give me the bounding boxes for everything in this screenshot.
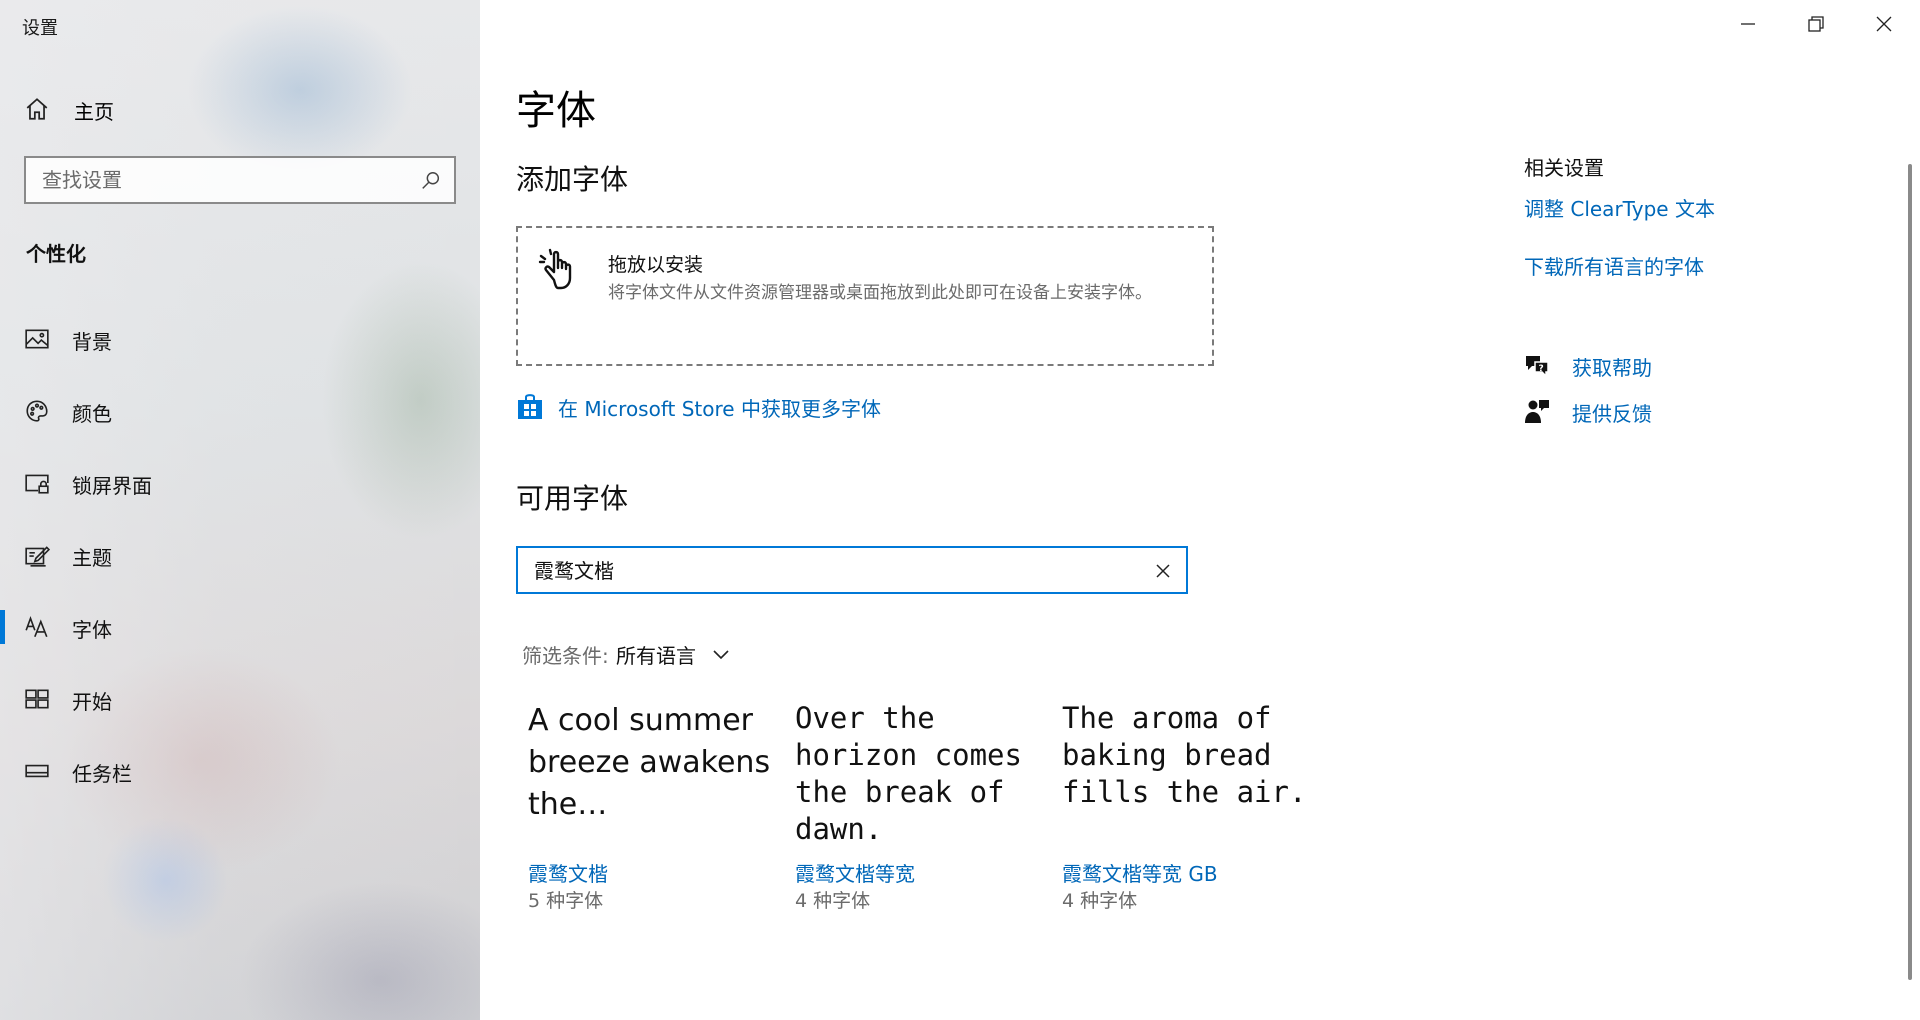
home-icon <box>26 98 48 120</box>
font-name[interactable]: 霞鹜文楷等宽 <box>795 858 915 887</box>
restore-button[interactable] <box>1782 0 1850 48</box>
restore-icon <box>1808 16 1824 32</box>
get-help-label[interactable]: 获取帮助 <box>1572 352 1652 381</box>
sidebar-item-background[interactable]: 背景 <box>0 314 480 364</box>
available-fonts-heading: 可用字体 <box>516 482 629 515</box>
font-name[interactable]: 霞鹜文楷 <box>528 858 608 887</box>
active-indicator <box>0 610 5 644</box>
taskbar-icon <box>25 764 49 778</box>
theme-icon <box>25 546 50 567</box>
sidebar-item-label: 锁屏界面 <box>72 474 152 498</box>
help-chat-icon: ? <box>1526 356 1549 378</box>
store-link-label[interactable]: 在 Microsoft Store 中获取更多字体 <box>558 393 881 422</box>
hand-pointer-icon <box>538 248 572 290</box>
sidebar-item-home-label: 主页 <box>74 100 114 124</box>
scrollbar[interactable] <box>1908 164 1912 980</box>
font-card[interactable]: Over the horizon comes the break of dawn… <box>795 700 1055 920</box>
sidebar-item-fonts[interactable]: 字体 <box>0 602 480 652</box>
close-icon <box>1876 16 1892 32</box>
feedback-icon <box>1525 400 1549 423</box>
font-card[interactable]: The aroma of baking bread fills the air.… <box>1062 700 1322 920</box>
feedback-label[interactable]: 提供反馈 <box>1572 398 1652 427</box>
chevron-down-icon[interactable] <box>710 644 732 666</box>
settings-search-box[interactable] <box>24 156 456 204</box>
svg-text:?: ? <box>1539 364 1544 374</box>
sidebar-backdrop <box>0 0 480 1020</box>
palette-icon <box>26 400 48 422</box>
sidebar-item-colors[interactable]: 颜色 <box>0 386 480 436</box>
search-icon[interactable] <box>420 170 442 192</box>
font-search-input[interactable] <box>534 554 1114 584</box>
sidebar-item-label: 颜色 <box>72 402 112 426</box>
font-name[interactable]: 霞鹜文楷等宽 GB <box>1062 858 1218 887</box>
font-preview: A cool summer breeze awakens the… <box>528 703 771 822</box>
sidebar-item-themes[interactable]: 主题 <box>0 530 480 580</box>
sidebar-item-taskbar[interactable]: 任务栏 <box>0 746 480 796</box>
page-title: 字体 <box>516 88 596 134</box>
font-icon <box>25 615 48 638</box>
clear-icon[interactable] <box>1152 560 1174 582</box>
sidebar-item-label: 任务栏 <box>72 762 132 786</box>
app-title: 设置 <box>22 18 58 39</box>
download-fonts-link[interactable]: 下载所有语言的字体 <box>1524 251 1704 280</box>
font-card[interactable]: A cool summer breeze awakens the… 霞鹜文楷 5… <box>528 700 788 920</box>
related-settings-title: 相关设置 <box>1524 156 1604 180</box>
filter-value[interactable]: 所有语言 <box>616 640 696 669</box>
font-count: 4 种字体 <box>795 890 871 912</box>
sidebar-item-lock-screen[interactable]: 锁屏界面 <box>0 458 480 508</box>
sidebar-item-start[interactable]: 开始 <box>0 674 480 724</box>
store-icon <box>518 394 542 419</box>
font-drop-zone[interactable]: 拖放以安装 将字体文件从文件资源管理器或桌面拖放到此处即可在设备上安装字体。 <box>516 226 1214 366</box>
cleartype-link[interactable]: 调整 ClearType 文本 <box>1524 193 1715 222</box>
font-preview: The aroma of baking bread fills the air. <box>1062 701 1307 809</box>
lock-screen-icon <box>25 474 49 494</box>
font-search-box[interactable] <box>516 546 1188 594</box>
font-preview: Over the horizon comes the break of dawn… <box>795 701 1022 846</box>
filter-label: 筛选条件: <box>522 644 609 668</box>
section-title-personalization: 个性化 <box>26 242 86 266</box>
font-count: 5 种字体 <box>528 890 604 912</box>
sidebar-item-label: 开始 <box>72 690 112 714</box>
sidebar-item-home[interactable]: 主页 <box>0 86 480 132</box>
drop-title: 拖放以安装 <box>608 254 704 276</box>
sidebar-item-label: 主题 <box>72 546 112 570</box>
add-fonts-heading: 添加字体 <box>516 163 629 196</box>
settings-search-input[interactable] <box>42 166 402 194</box>
sidebar-item-label: 字体 <box>72 618 112 642</box>
minimize-icon <box>1741 23 1755 25</box>
close-button[interactable] <box>1850 0 1918 48</box>
picture-icon <box>25 329 49 349</box>
minimize-button[interactable] <box>1714 0 1782 48</box>
font-count: 4 种字体 <box>1062 890 1138 912</box>
sidebar-item-label: 背景 <box>72 330 112 354</box>
start-icon <box>25 689 49 709</box>
drop-description: 将字体文件从文件资源管理器或桌面拖放到此处即可在设备上安装字体。 <box>608 283 1152 303</box>
